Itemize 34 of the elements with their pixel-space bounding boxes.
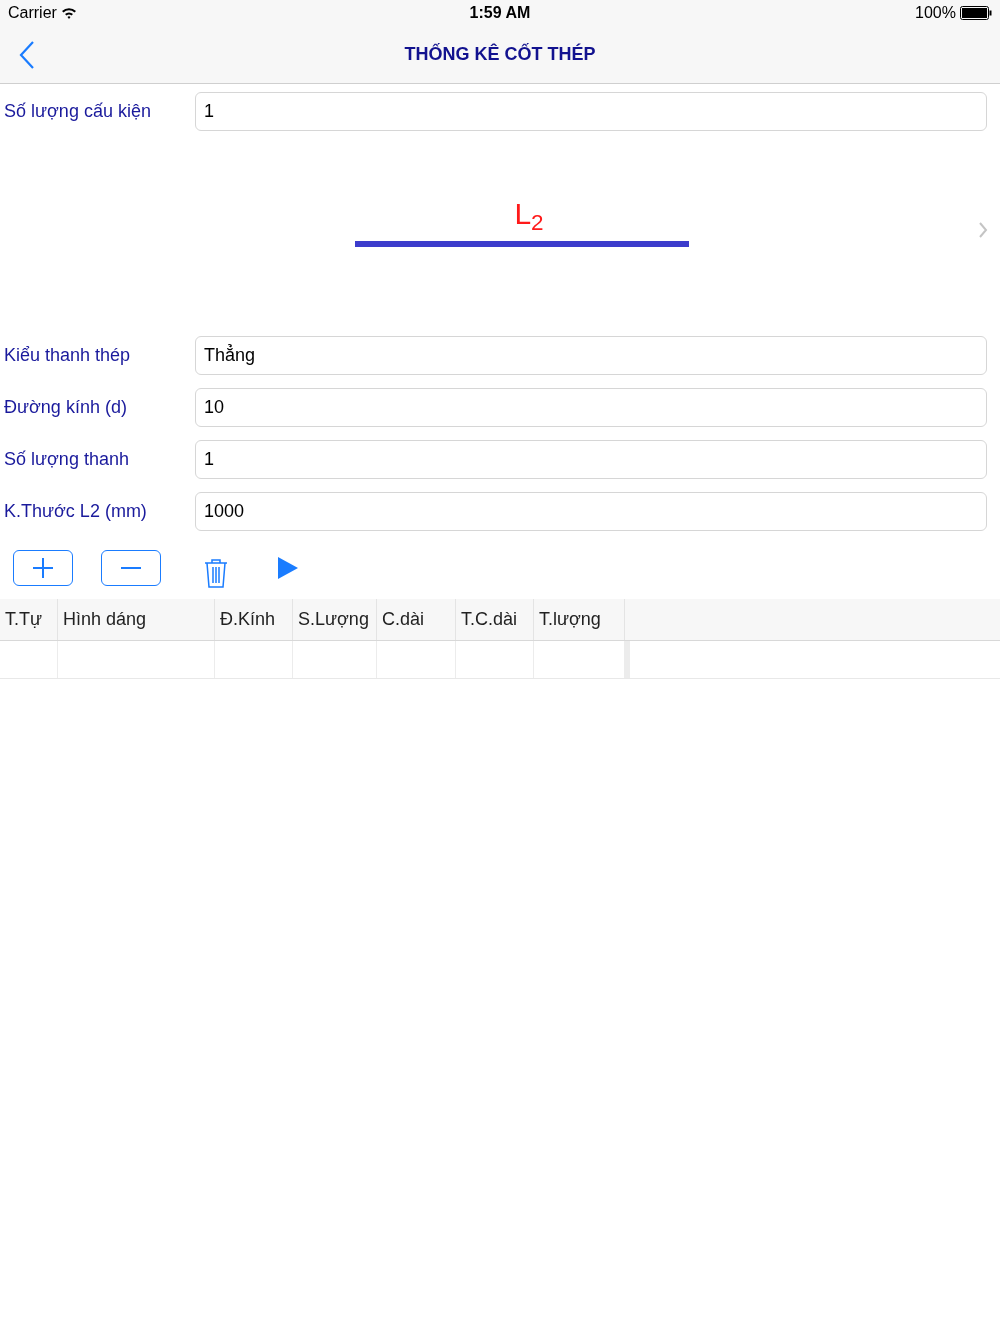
column-header: Hình dáng <box>58 599 215 640</box>
minus-icon <box>120 566 142 570</box>
screen-title: THỐNG KÊ CỐT THÉP <box>404 42 596 66</box>
column-header: S.Lượng <box>293 599 377 640</box>
column-header: T.lượng <box>534 599 625 640</box>
plus-icon <box>32 557 54 579</box>
battery-icon <box>960 6 992 20</box>
field-label: Kiểu thanh thép <box>3 343 132 367</box>
column-header: T.Tự <box>0 599 58 640</box>
field-label: Số lượng thanh <box>3 447 130 471</box>
input-field[interactable]: 1 <box>195 91 987 131</box>
battery-percent: 100% <box>915 3 956 23</box>
column-header: Đ.Kính <box>215 599 293 640</box>
column-header: C.dài <box>377 599 456 640</box>
delete-button[interactable] <box>203 557 229 589</box>
column-header: T.C.dài <box>456 599 534 640</box>
input-field[interactable]: 1000 <box>195 491 987 531</box>
field-label: Đường kính (d) <box>3 395 128 419</box>
trash-icon <box>203 557 229 589</box>
back-button[interactable] <box>18 40 36 70</box>
play-icon <box>277 556 299 580</box>
add-button[interactable] <box>13 550 73 586</box>
back-icon <box>18 40 36 70</box>
field-label: Số lượng cấu kiện <box>3 99 152 123</box>
play-button[interactable] <box>277 556 299 580</box>
field-label: K.Thước L2 (mm) <box>3 499 148 523</box>
dimension-label: L$_{2}$ <box>514 199 544 229</box>
input-field[interactable]: Thẳng <box>195 335 987 375</box>
remove-button[interactable] <box>101 550 161 586</box>
carrier-label: Carrier <box>8 3 57 23</box>
wifi-icon <box>60 7 77 19</box>
input-field[interactable]: 1 <box>195 439 987 479</box>
clock-time: 1:59 AM <box>469 3 531 23</box>
input-field[interactable]: 10 <box>195 387 987 427</box>
